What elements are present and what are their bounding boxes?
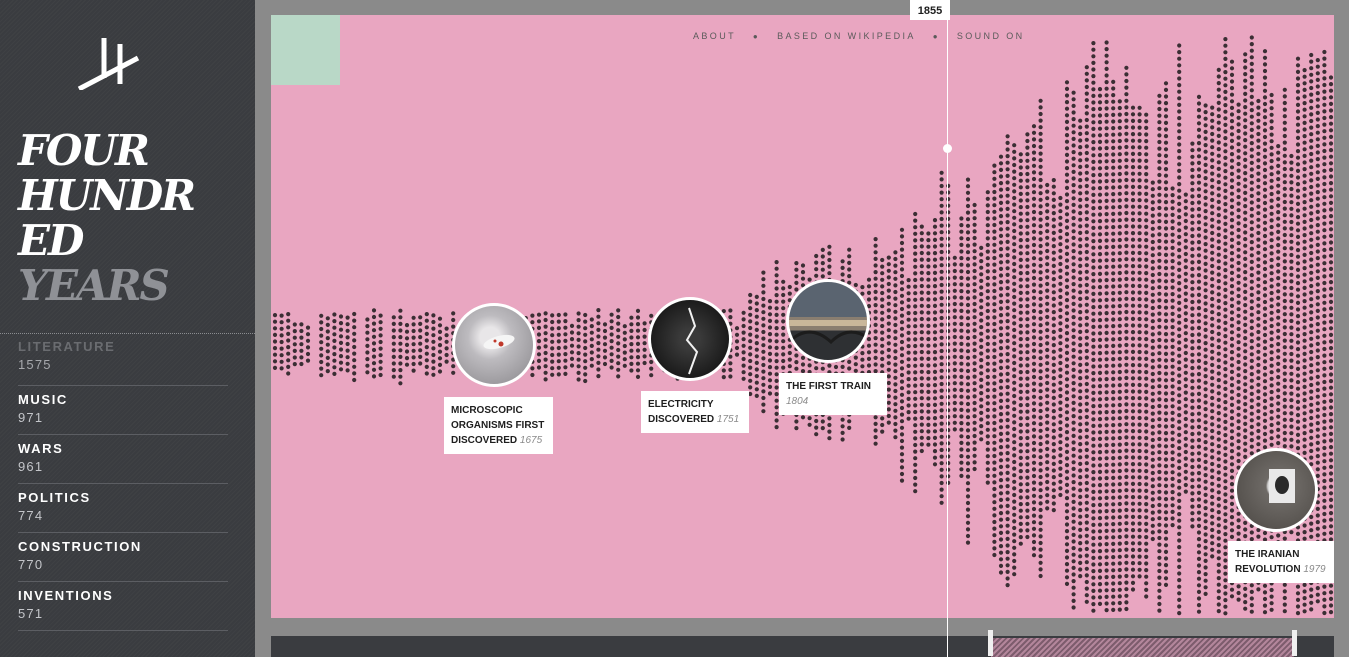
lightning-photo-icon[interactable] [648, 297, 732, 381]
event-year: 1804 [786, 396, 809, 407]
title-line: FOUR [18, 126, 150, 175]
about-link[interactable]: ABOUT [693, 31, 736, 41]
year-cursor-line[interactable] [947, 0, 948, 657]
title-line: ED [18, 216, 84, 265]
category-construction[interactable]: CONSTRUCTION 770 [18, 533, 228, 582]
year-cursor-label: 1855 [910, 0, 950, 20]
event-year: 1751 [716, 414, 740, 425]
timeline-handle-left[interactable] [988, 630, 993, 656]
year-cursor-knob[interactable] [943, 144, 952, 153]
category-label: MUSIC [18, 392, 68, 407]
category-wars[interactable]: WARS 961 [18, 435, 228, 484]
event-card-microscopic[interactable]: MICROSCOPIC ORGANISMS FIRST DISCOVERED 1… [444, 397, 553, 454]
event-title: THE IRANIAN REVOLUTION [1235, 549, 1301, 575]
app-title: FOUR HUNDR ED YEARS [18, 126, 196, 310]
nav-separator-icon: ● [932, 32, 940, 41]
category-count: 770 [18, 557, 44, 572]
wikipedia-link[interactable]: BASED ON WIKIPEDIA [777, 31, 916, 41]
top-nav: ABOUT ● BASED ON WIKIPEDIA ● SOUND ON [693, 31, 1025, 41]
category-count: 961 [18, 459, 44, 474]
category-count: 571 [18, 606, 44, 621]
nav-separator-icon: ● [752, 32, 761, 41]
train-bridge-photo-icon[interactable] [786, 279, 870, 363]
category-label: WARS [18, 441, 64, 456]
timeline-selection-window[interactable] [991, 638, 1294, 657]
timeline-handle-right[interactable] [1292, 630, 1297, 656]
category-inventions[interactable]: INVENTIONS 571 [18, 582, 228, 631]
category-literature[interactable]: LITERATURE 1575 [18, 337, 228, 386]
category-music[interactable]: MUSIC 971 [18, 386, 228, 435]
title-line: HUNDR [18, 171, 196, 220]
event-card-first-train[interactable]: THE FIRST TRAIN 1804 [779, 373, 887, 415]
crowd-portrait-photo-icon[interactable] [1234, 448, 1318, 532]
category-label: INVENTIONS [18, 588, 114, 603]
sidebar-divider [0, 333, 255, 334]
event-card-electricity[interactable]: ELECTRICITY DISCOVERED 1751 [641, 391, 749, 433]
event-year: 1675 [519, 435, 543, 446]
category-politics[interactable]: POLITICS 774 [18, 484, 228, 533]
sidebar: FOUR HUNDR ED YEARS LITERATURE 1575 MUSI… [0, 0, 255, 657]
category-label: POLITICS [18, 490, 91, 505]
sound-toggle[interactable]: SOUND ON [957, 31, 1025, 41]
category-label: CONSTRUCTION [18, 539, 142, 554]
category-count: 774 [18, 508, 44, 523]
event-year: 1979 [1303, 564, 1326, 575]
event-card-iranian-revolution[interactable]: THE IRANIAN REVOLUTION 1979 [1228, 541, 1334, 583]
category-list: LITERATURE 1575 MUSIC 971 WARS 961 POLIT… [18, 337, 228, 631]
logo-icon[interactable] [76, 34, 142, 90]
microscope-photo-icon[interactable] [452, 303, 536, 387]
category-count: 971 [18, 410, 44, 425]
timeline-visualization[interactable]: ABOUT ● BASED ON WIKIPEDIA ● SOUND ON MI… [271, 15, 1334, 618]
event-title: ELECTRICITY DISCOVERED [648, 399, 715, 425]
event-title: THE FIRST TRAIN [786, 381, 871, 392]
category-label: LITERATURE [18, 339, 116, 354]
category-count: 1575 [18, 357, 52, 372]
timeline-scrubber[interactable] [271, 630, 1334, 657]
title-line: YEARS [18, 261, 170, 310]
